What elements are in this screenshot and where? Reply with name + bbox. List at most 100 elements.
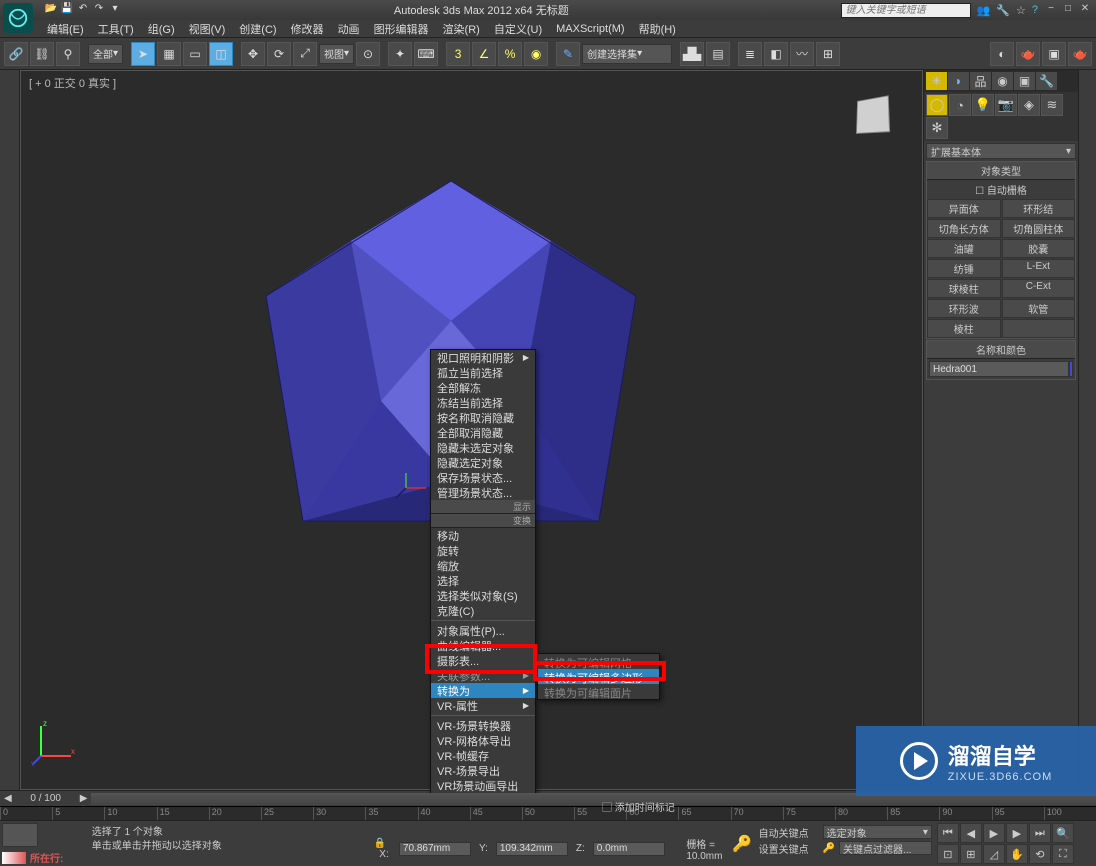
fov-icon[interactable]: ◿ <box>983 844 1005 864</box>
maximize-icon[interactable]: □ <box>1061 3 1075 17</box>
menu-create[interactable]: 创建(C) <box>234 21 281 37</box>
obj-chamfercyl[interactable]: 切角圆柱体 <box>1002 219 1076 238</box>
section-objtype[interactable]: 对象类型 <box>927 162 1075 180</box>
tab-create-icon[interactable]: ✳ <box>926 72 947 90</box>
refcoord-combo[interactable]: 视图 ▾ <box>319 44 354 64</box>
mirror-icon[interactable]: ▟▙ <box>680 42 704 66</box>
menu-customize[interactable]: 自定义(U) <box>489 21 547 37</box>
coord-x[interactable] <box>399 842 471 856</box>
ctx-vr-scene-export[interactable]: VR-场景导出 <box>431 763 535 778</box>
obj-lext[interactable]: L-Ext <box>1002 259 1076 278</box>
material-icon[interactable]: ◐ <box>990 42 1014 66</box>
ctx-vr-scene-conv[interactable]: VR-场景转换器 <box>431 718 535 733</box>
select-name-icon[interactable]: ▦ <box>157 42 181 66</box>
next-frame-icon[interactable]: ▶ <box>1006 823 1028 843</box>
autokey-btn[interactable]: 自动关键点 <box>759 825 819 840</box>
move-tool-icon[interactable]: ✥ <box>241 42 265 66</box>
ctx-move[interactable]: 移动 <box>431 528 535 543</box>
menu-tools[interactable]: 工具(T) <box>93 21 139 37</box>
ctx-objprops[interactable]: 对象属性(P)... <box>431 623 535 638</box>
fav-icon[interactable]: ☆ <box>1016 4 1026 17</box>
anglesnap-icon[interactable]: ∠ <box>472 42 496 66</box>
viewcube[interactable] <box>846 89 898 141</box>
menu-modifiers[interactable]: 修改器 <box>286 21 329 37</box>
render-frame-icon[interactable]: ▣ <box>1042 42 1066 66</box>
zoom-icon[interactable]: 🔍 <box>1052 823 1074 843</box>
tab-motion-icon[interactable]: ◉ <box>992 72 1013 90</box>
obj-hedra[interactable]: 异面体 <box>927 199 1001 218</box>
cat-lights-icon[interactable]: 💡 <box>972 94 994 116</box>
obj-prism[interactable]: 棱柱 <box>927 319 1001 338</box>
selection-filter[interactable]: 全部 ▾ <box>88 44 123 64</box>
keymode-icon[interactable]: ⌨ <box>414 42 438 66</box>
ctx-rotate[interactable]: 旋转 <box>431 543 535 558</box>
pctsnap-icon[interactable]: % <box>498 42 522 66</box>
ctx-hide-unsel[interactable]: 隐藏未选定对象 <box>431 440 535 455</box>
menu-grapheditors[interactable]: 图形编辑器 <box>369 21 434 37</box>
trackbar-icon[interactable] <box>2 823 38 847</box>
ctx-select[interactable]: 选择 <box>431 573 535 588</box>
spinner-icon[interactable]: ◉ <box>524 42 548 66</box>
obj-torusknot[interactable]: 环形结 <box>1002 199 1076 218</box>
timeline-ruler[interactable]: 0510152025303540455055606570758085909510… <box>0 806 1096 820</box>
cat-cameras-icon[interactable]: 📷 <box>995 94 1017 116</box>
menu-group[interactable]: 组(G) <box>143 21 180 37</box>
ctx-hide-sel[interactable]: 隐藏选定对象 <box>431 455 535 470</box>
unlink-icon[interactable]: ⛓ <box>30 42 54 66</box>
sub-editable-patch[interactable]: 转换为可编辑面片 <box>538 684 659 699</box>
tab-modify-icon[interactable]: ◗ <box>948 72 969 90</box>
tab-utilities-icon[interactable]: 🔧 <box>1036 72 1057 90</box>
lock-icon[interactable]: 🔑 <box>732 834 752 854</box>
obj-capsule[interactable]: 胶囊 <box>1002 239 1076 258</box>
ctx-select-similar[interactable]: 选择类似对象(S) <box>431 588 535 603</box>
cat-helpers-icon[interactable]: ◈ <box>1018 94 1040 116</box>
subcategory-combo[interactable]: 扩展基本体▾ <box>926 143 1076 159</box>
ctx-freeze-sel[interactable]: 冻结当前选择 <box>431 395 535 410</box>
menu-maxscript[interactable]: MAXScript(M) <box>551 23 629 35</box>
minmax-icon[interactable]: ⛶ <box>1052 844 1074 864</box>
zoom-ext-icon[interactable]: ⊞ <box>960 844 982 864</box>
manip-icon[interactable]: ✦ <box>388 42 412 66</box>
autogrid-check[interactable]: ☐ 自动栅格 <box>927 180 1075 199</box>
ctx-unhide-all[interactable]: 全部取消隐藏 <box>431 425 535 440</box>
object-name-input[interactable] <box>929 361 1069 377</box>
window-cross-icon[interactable]: ◫ <box>209 42 233 66</box>
coord-z[interactable] <box>593 842 665 856</box>
menu-animation[interactable]: 动画 <box>333 21 365 37</box>
pan-icon[interactable]: ✋ <box>1006 844 1028 864</box>
goto-start-icon[interactable]: ⏮ <box>937 823 959 843</box>
sub-editable-mesh[interactable]: 转换为可编辑网格 <box>538 654 659 669</box>
obj-spindle[interactable]: 纺锤 <box>927 259 1001 278</box>
obj-hose[interactable]: 软管 <box>1002 299 1076 318</box>
cat-geometry-icon[interactable]: ◯ <box>926 94 948 116</box>
ctx-viewport-lighting[interactable]: 视口照明和阴影 <box>431 350 535 365</box>
obj-chamferbox[interactable]: 切角长方体 <box>927 219 1001 238</box>
object-color-swatch[interactable] <box>1069 361 1073 377</box>
render-setup-icon[interactable]: 🫖 <box>1016 42 1040 66</box>
comm-icon[interactable]: 👥 <box>977 4 991 17</box>
ctx-clone[interactable]: 克隆(C) <box>431 603 535 618</box>
layers-icon[interactable]: ≣ <box>738 42 762 66</box>
play-icon[interactable]: ▶ <box>983 823 1005 843</box>
schematic-icon[interactable]: ⊞ <box>816 42 840 66</box>
ctx-vr-mesh-export[interactable]: VR-网格体导出 <box>431 733 535 748</box>
menu-views[interactable]: 视图(V) <box>184 21 231 37</box>
section-namecolor[interactable]: 名称和颜色 <box>927 341 1075 359</box>
ctx-isolate[interactable]: 孤立当前选择 <box>431 365 535 380</box>
tool1-icon[interactable]: 🔧 <box>996 4 1010 17</box>
render-icon[interactable]: 🫖 <box>1068 42 1092 66</box>
rotate-tool-icon[interactable]: ⟳ <box>267 42 291 66</box>
ctx-vr-framebuffer[interactable]: VR-帧缓存 <box>431 748 535 763</box>
cat-shapes-icon[interactable]: ◔ <box>949 94 971 116</box>
ctx-save-state[interactable]: 保存场景状态... <box>431 470 535 485</box>
undo-icon[interactable]: ↶ <box>76 3 90 17</box>
cat-spacewarps-icon[interactable]: ≋ <box>1041 94 1063 116</box>
help-icon[interactable]: ? <box>1032 4 1038 16</box>
ctx-curve-editor[interactable]: 曲线编辑器... <box>431 638 535 653</box>
ctx-unfreeze-all[interactable]: 全部解冻 <box>431 380 535 395</box>
namedset-edit-icon[interactable]: ✎ <box>556 42 580 66</box>
help-search-input[interactable] <box>841 3 971 18</box>
ctx-manage-state[interactable]: 管理场景状态... <box>431 485 535 500</box>
scale-tool-icon[interactable]: ⤢ <box>293 42 317 66</box>
bind-icon[interactable]: ⚲ <box>56 42 80 66</box>
